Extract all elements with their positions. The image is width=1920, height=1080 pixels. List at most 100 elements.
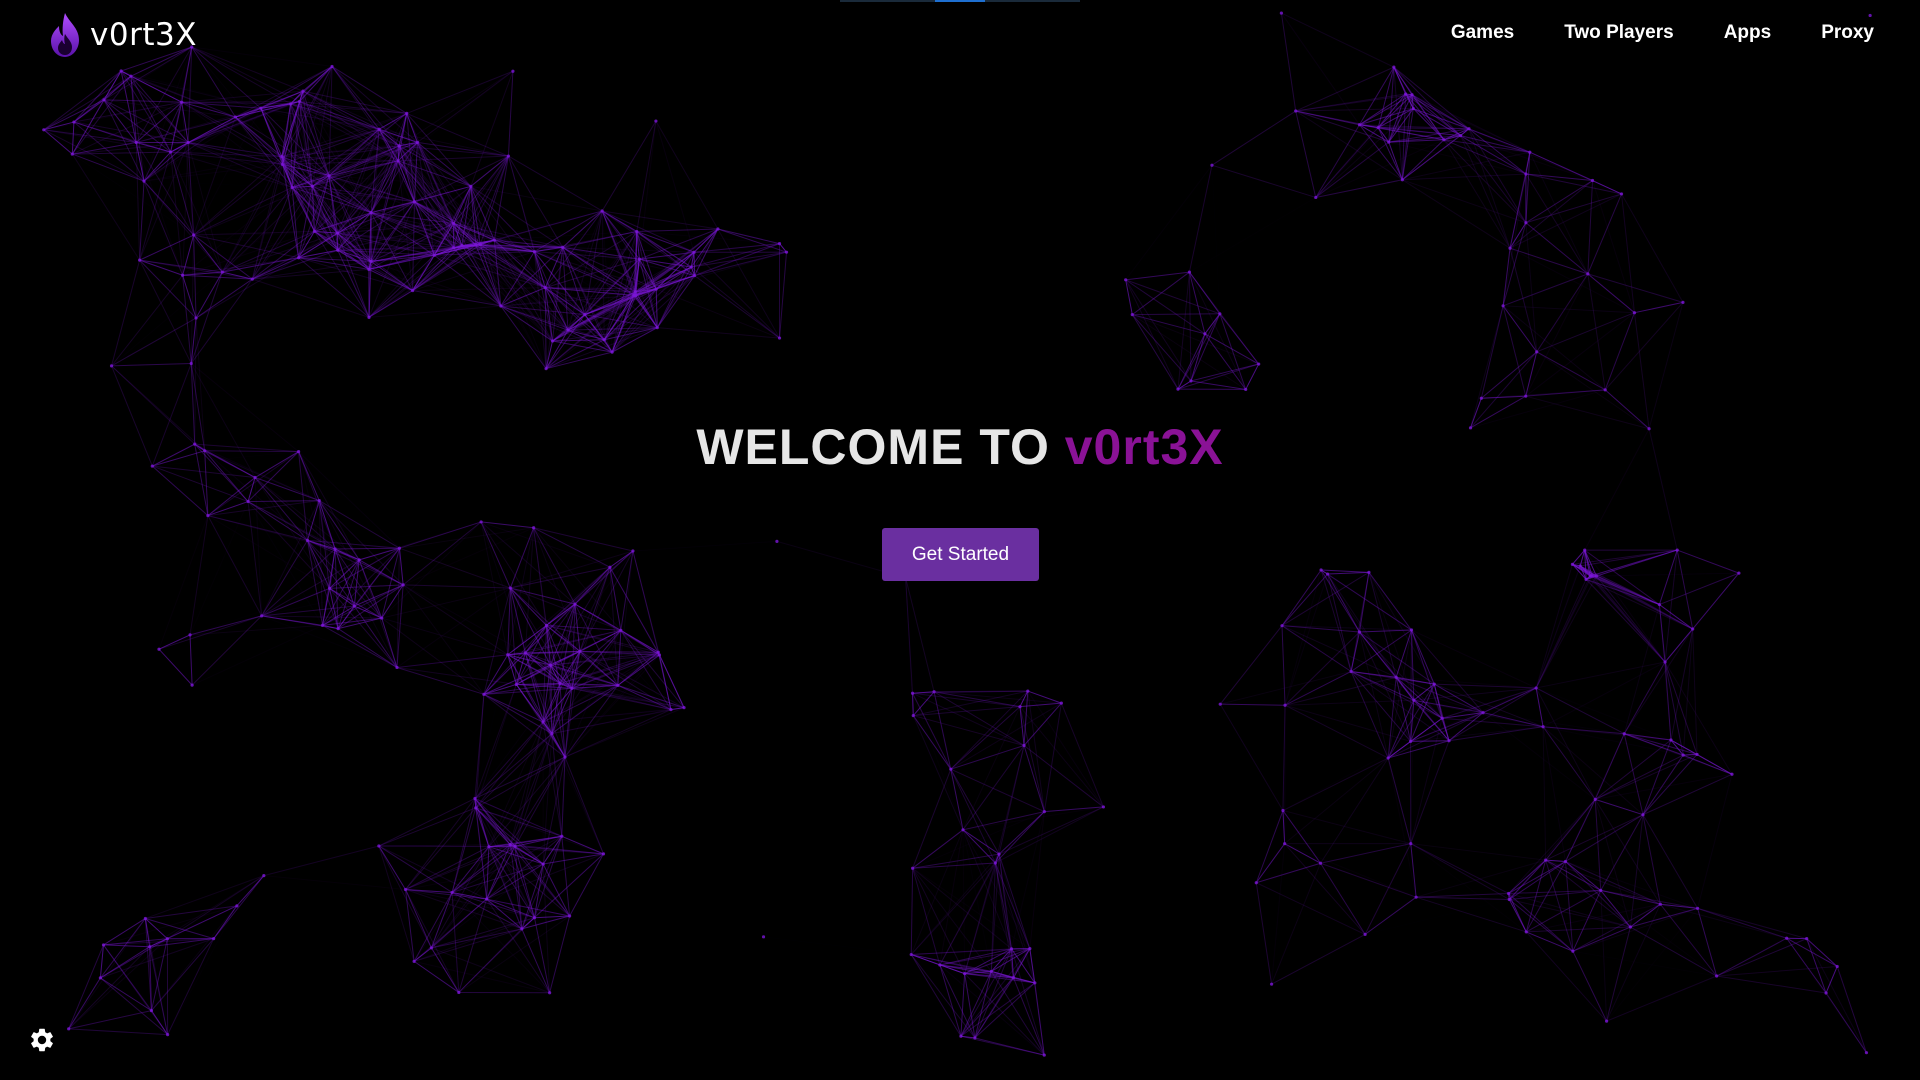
network-link xyxy=(1502,305,1606,391)
get-started-button[interactable]: Get Started xyxy=(882,528,1039,581)
network-node xyxy=(910,691,915,695)
network-node xyxy=(280,162,285,167)
network-link xyxy=(1204,333,1247,390)
network-link xyxy=(195,278,253,319)
network-node xyxy=(1042,810,1046,814)
network-link xyxy=(190,588,330,635)
network-link xyxy=(1320,569,1360,633)
network-link xyxy=(1188,165,1213,273)
network-node xyxy=(541,862,545,866)
network-link xyxy=(100,977,152,1012)
network-node xyxy=(134,140,138,145)
network-link xyxy=(1529,152,1589,275)
network-node xyxy=(194,316,198,320)
network-link xyxy=(1509,247,1589,275)
network-node xyxy=(70,152,74,156)
nav-link-apps[interactable]: Apps xyxy=(1724,22,1772,44)
network-link xyxy=(247,501,263,616)
network-node xyxy=(550,731,554,736)
network-link xyxy=(507,155,535,252)
network-link xyxy=(1806,938,1827,994)
network-node xyxy=(1528,150,1532,154)
network-node xyxy=(909,952,913,957)
network-node xyxy=(963,972,967,976)
network-node xyxy=(1586,272,1590,276)
network-link xyxy=(1633,312,1650,429)
network-link xyxy=(1189,197,1315,272)
network-link xyxy=(1393,66,1461,136)
network-node xyxy=(1009,947,1014,951)
network-link xyxy=(1282,757,1389,811)
network-node xyxy=(1409,739,1413,744)
network-node xyxy=(1026,689,1030,693)
network-link xyxy=(207,501,249,517)
network-node xyxy=(610,350,614,354)
network-link xyxy=(68,1028,168,1036)
network-node xyxy=(189,361,193,366)
network-node xyxy=(1506,891,1511,896)
network-link xyxy=(396,666,485,695)
network-node xyxy=(233,115,238,119)
network-node xyxy=(1669,738,1673,742)
network-link xyxy=(1365,893,1508,934)
network-link xyxy=(413,917,535,962)
network-link xyxy=(159,516,208,650)
network-link xyxy=(1587,180,1594,274)
network-node xyxy=(1409,628,1414,632)
network-node xyxy=(938,963,942,967)
network-node xyxy=(1392,65,1396,69)
network-node xyxy=(761,935,766,939)
nav-link-proxy[interactable]: Proxy xyxy=(1821,22,1874,44)
network-node xyxy=(169,150,173,154)
network-link xyxy=(193,235,197,319)
network-link xyxy=(261,587,330,617)
network-link xyxy=(525,551,633,653)
network-node xyxy=(635,229,639,234)
nav-link-two-players[interactable]: Two Players xyxy=(1564,22,1673,44)
network-node xyxy=(1657,602,1661,607)
network-node xyxy=(1254,881,1258,885)
network-node xyxy=(631,549,635,553)
network-link xyxy=(1320,757,1389,864)
network-link xyxy=(1411,629,1537,689)
network-node xyxy=(67,1027,71,1031)
network-node xyxy=(656,650,660,654)
network-link xyxy=(717,228,780,339)
network-node xyxy=(1541,725,1545,729)
network-link xyxy=(939,964,1045,1056)
gear-icon[interactable] xyxy=(28,1026,56,1054)
network-link xyxy=(1402,173,1526,181)
network-link xyxy=(1590,549,1678,577)
network-link xyxy=(1716,975,1827,994)
network-link xyxy=(1542,726,1596,800)
network-node xyxy=(1479,396,1483,400)
nav-link-games[interactable]: Games xyxy=(1451,22,1514,44)
network-link xyxy=(1621,193,1635,313)
network-link xyxy=(1606,975,1717,1022)
network-node xyxy=(1508,246,1512,250)
network-link xyxy=(510,550,634,589)
network-node xyxy=(1028,947,1032,951)
network-node xyxy=(548,663,553,667)
network-link xyxy=(912,853,1000,869)
network-link xyxy=(550,854,604,993)
network-link xyxy=(1359,631,1443,719)
network-node xyxy=(1414,895,1418,899)
network-node xyxy=(583,313,587,317)
network-link xyxy=(167,938,215,1035)
network-link xyxy=(1402,179,1527,224)
network-link xyxy=(1692,628,1698,755)
brand[interactable]: v0rt3X xyxy=(48,10,197,60)
network-link xyxy=(72,154,193,235)
hero-welcome-text: WELCOME TO xyxy=(696,419,1065,475)
network-link xyxy=(190,502,248,635)
network-node xyxy=(165,937,170,941)
network-node xyxy=(405,111,409,116)
network-link xyxy=(655,120,719,230)
network-link xyxy=(1621,193,1684,303)
network-link xyxy=(1416,892,1509,898)
network-link xyxy=(100,918,146,979)
network-link xyxy=(1529,151,1622,195)
network-node xyxy=(1622,732,1626,736)
network-node xyxy=(317,498,321,503)
